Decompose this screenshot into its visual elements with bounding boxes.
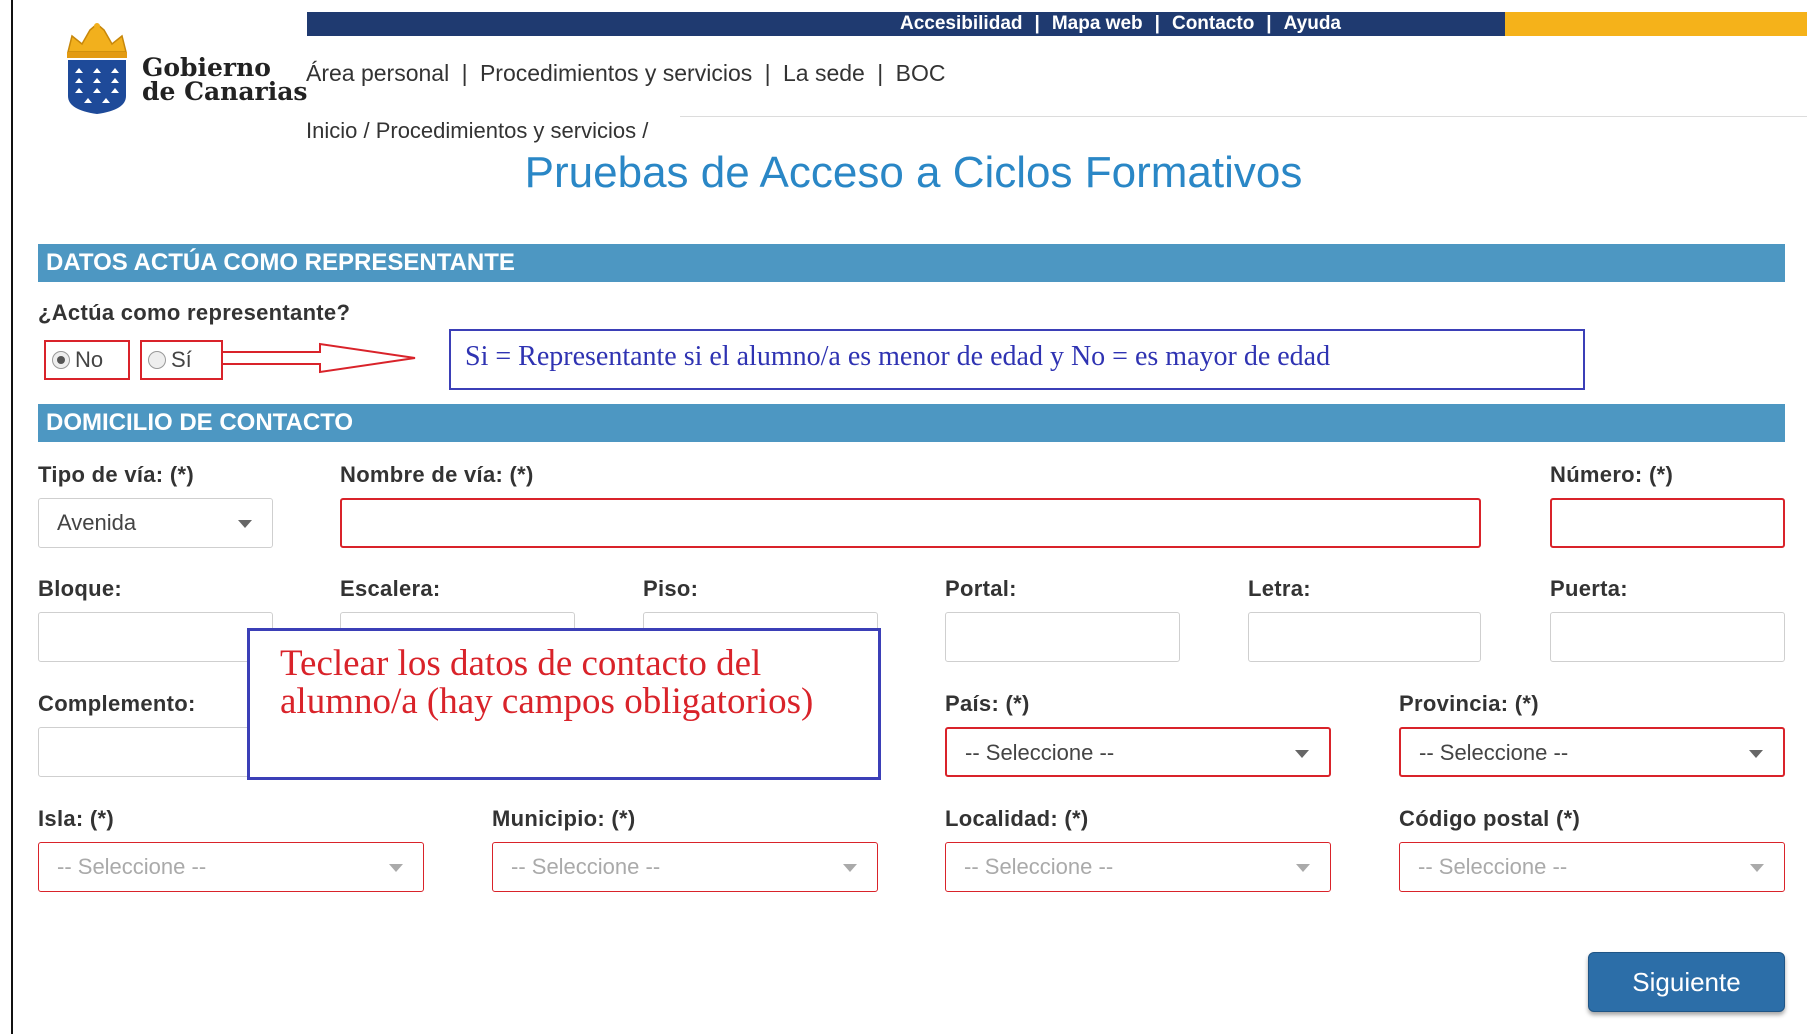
piso-label: Piso:	[643, 576, 699, 601]
nombre-via-input[interactable]	[340, 498, 1481, 548]
bloque-label: Bloque:	[38, 576, 122, 601]
breadcrumb[interactable]: Inicio / Procedimientos y servicios /	[306, 118, 648, 144]
codigo-postal-label: Código postal (*)	[1399, 806, 1581, 831]
separator: |	[1034, 13, 1040, 34]
radio-si[interactable]: Sí	[140, 340, 223, 380]
puerta-input[interactable]	[1550, 612, 1785, 662]
tipo-via-value: Avenida	[57, 510, 137, 535]
section-header-domicilio: DOMICILIO DE CONTACTO	[38, 404, 1785, 442]
chevron-down-icon	[389, 864, 403, 872]
link-ayuda[interactable]: Ayuda	[1284, 13, 1341, 35]
brand-line-2: de Canarias	[142, 77, 308, 106]
tipo-via-select[interactable]: Avenida	[38, 498, 273, 548]
puerta-label: Puerta:	[1550, 576, 1628, 601]
tipo-via-label: Tipo de vía: (*)	[38, 462, 194, 487]
portal-input[interactable]	[945, 612, 1180, 662]
isla-select[interactable]: -- Seleccione --	[38, 842, 424, 892]
brand-name: Gobierno de Canarias	[142, 55, 308, 106]
municipio-label: Municipio: (*)	[492, 806, 636, 831]
separator: |	[764, 60, 771, 86]
separator: |	[877, 60, 884, 86]
nav-divider	[680, 116, 1807, 117]
isla-label: Isla: (*)	[38, 806, 115, 831]
radio-checked-icon[interactable]	[52, 351, 70, 369]
separator: |	[461, 60, 468, 86]
codigo-postal-value: -- Seleccione --	[1418, 854, 1568, 879]
nav-procedimientos[interactable]: Procedimientos y servicios	[480, 60, 752, 86]
main-nav: Área personal | Procedimientos y servici…	[306, 60, 945, 87]
nav-area-personal[interactable]: Área personal	[306, 60, 449, 86]
separator: |	[1266, 13, 1272, 34]
localidad-value: -- Seleccione --	[964, 854, 1114, 879]
radio-si-label: Sí	[171, 347, 192, 372]
radio-no-label: No	[75, 347, 104, 372]
provincia-label: Provincia: (*)	[1399, 691, 1539, 716]
pais-label: País: (*)	[945, 691, 1030, 716]
link-accesibilidad[interactable]: Accesibilidad	[900, 13, 1023, 35]
complemento-label: Complemento:	[38, 691, 196, 716]
brand-logo[interactable]: Gobierno de Canarias	[62, 22, 332, 114]
portal-label: Portal:	[945, 576, 1017, 601]
localidad-select[interactable]: -- Seleccione --	[945, 842, 1331, 892]
section-header-representante: DATOS ACTÚA COMO REPRESENTANTE	[38, 244, 1785, 282]
radio-unchecked-icon[interactable]	[148, 351, 166, 369]
annotation-representante: Si = Representante si el alumno/a es men…	[449, 329, 1585, 390]
provincia-value: -- Seleccione --	[1419, 740, 1569, 765]
annotation-arrow-icon	[222, 342, 416, 374]
utility-links: Accesibilidad | Mapa web | Contacto | Ay…	[900, 12, 1341, 36]
chevron-down-icon	[238, 520, 252, 528]
bloque-input[interactable]	[38, 612, 273, 662]
letra-label: Letra:	[1248, 576, 1311, 601]
siguiente-button[interactable]: Siguiente	[1588, 952, 1785, 1012]
link-mapa-web[interactable]: Mapa web	[1052, 13, 1143, 35]
representante-question: ¿Actúa como representante?	[38, 300, 351, 325]
localidad-label: Localidad: (*)	[945, 806, 1089, 831]
nav-la-sede[interactable]: La sede	[783, 60, 865, 86]
canarias-coat-of-arms-icon	[67, 23, 127, 114]
nombre-via-label: Nombre de vía: (*)	[340, 462, 534, 487]
municipio-value: -- Seleccione --	[511, 854, 661, 879]
codigo-postal-select[interactable]: -- Seleccione --	[1399, 842, 1785, 892]
annotation-domicilio: Teclear los datos de contacto del alumno…	[247, 628, 881, 780]
utility-bar-accent	[1505, 12, 1807, 36]
letra-input[interactable]	[1248, 612, 1481, 662]
separator: |	[1154, 13, 1160, 34]
link-contacto[interactable]: Contacto	[1172, 13, 1254, 35]
escalera-label: Escalera:	[340, 576, 441, 601]
chevron-down-icon	[1750, 864, 1764, 872]
page-title: Pruebas de Acceso a Ciclos Formativos	[524, 148, 1303, 197]
pais-value: -- Seleccione --	[965, 740, 1115, 765]
chevron-down-icon	[843, 864, 857, 872]
pais-select[interactable]: -- Seleccione --	[945, 727, 1331, 777]
nav-boc[interactable]: BOC	[896, 60, 946, 86]
chevron-down-icon	[1296, 864, 1310, 872]
numero-label: Número: (*)	[1550, 462, 1674, 487]
isla-value: -- Seleccione --	[57, 854, 207, 879]
municipio-select[interactable]: -- Seleccione --	[492, 842, 878, 892]
provincia-select[interactable]: -- Seleccione --	[1399, 727, 1785, 777]
numero-input[interactable]	[1550, 498, 1785, 548]
radio-no[interactable]: No	[44, 340, 130, 380]
chevron-down-icon	[1295, 750, 1309, 758]
chevron-down-icon	[1749, 750, 1763, 758]
